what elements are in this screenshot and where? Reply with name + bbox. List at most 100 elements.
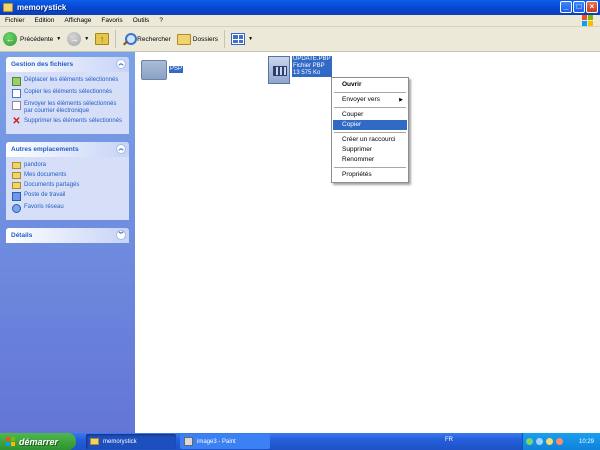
task-delete[interactable]: ✕ Supprimer les éléments sélectionnés <box>12 116 125 127</box>
menu-bar: Fichier Edition Affichage Favoris Outils… <box>0 15 600 27</box>
taskbar-item-paint[interactable]: image3 - Paint <box>180 434 270 449</box>
place-shared-documents-label: Documents partagés <box>24 182 80 188</box>
network-icon <box>12 204 21 213</box>
taskbar: démarrer memorystick image3 - Paint FR 1… <box>0 433 600 450</box>
forward-arrow-icon: → <box>67 32 82 46</box>
toolbar-separator <box>115 30 117 48</box>
maximize-button[interactable]: □ <box>573 1 585 13</box>
file-size: 13 575 Ko <box>293 70 321 76</box>
menu-separator <box>334 132 406 133</box>
move-icon <box>12 77 21 86</box>
place-network[interactable]: Favoris réseau <box>12 204 125 213</box>
task-email-label: Envoyer les éléments sélectionnés par co… <box>24 101 117 114</box>
submenu-arrow-icon: ▶ <box>399 97 403 103</box>
details-title: Détails <box>11 232 33 239</box>
back-arrow-icon: ← <box>3 32 17 46</box>
place-my-computer[interactable]: Poste de travail <box>12 192 125 201</box>
task-delete-label: Supprimer les éléments sélectionnés <box>24 118 123 124</box>
toolbar: ← Précédente ▼ → ▼ ↑ Rechercher Dossiers… <box>0 27 600 52</box>
ctx-delete[interactable]: Supprimer <box>333 145 407 155</box>
paint-icon <box>184 437 193 446</box>
copy-icon <box>12 89 21 98</box>
task-move-label: Déplacer les éléments sélectionnés <box>24 77 119 83</box>
language-indicator[interactable]: FR <box>445 437 453 443</box>
ctx-cut[interactable]: Couper <box>333 110 407 120</box>
file-tasks-header[interactable]: Gestion des fichiers ︽ <box>6 57 129 72</box>
ctx-copy[interactable]: Copier <box>333 120 407 130</box>
ctx-rename[interactable]: Renommer <box>333 155 407 165</box>
folders-icon <box>176 33 191 45</box>
place-my-documents-label: Mes documents <box>24 172 67 178</box>
menu-affichage[interactable]: Affichage <box>59 17 96 24</box>
place-pandora[interactable]: pandora <box>12 162 125 169</box>
start-label: démarrer <box>19 436 59 447</box>
place-my-documents[interactable]: Mes documents <box>12 172 125 179</box>
folder-icon <box>12 162 21 169</box>
shared-folder-icon <box>12 182 21 189</box>
folder-icon <box>3 3 13 12</box>
menu-fichier[interactable]: Fichier <box>0 17 30 24</box>
menu-favoris[interactable]: Favoris <box>96 17 127 24</box>
ctx-create-shortcut[interactable]: Créer un raccourci <box>333 135 407 145</box>
folder-psp-label: PSP <box>169 66 184 73</box>
menu-separator <box>334 92 406 93</box>
close-button[interactable]: × <box>586 1 598 13</box>
folders-button[interactable]: Dossiers <box>174 29 221 49</box>
taskbar-item-label: memorystick <box>103 438 137 445</box>
system-tray: FR 10:29 <box>445 433 600 450</box>
ctx-send-to-label: Envoyer vers <box>342 96 380 103</box>
up-folder-button[interactable]: ↑ <box>92 29 112 49</box>
collapse-icon[interactable]: ︽ <box>116 144 126 154</box>
ctx-send-to[interactable]: Envoyer vers ▶ <box>333 95 407 105</box>
folder-icon <box>90 438 99 445</box>
windows-logo-icon <box>582 15 594 27</box>
start-button[interactable]: démarrer <box>0 433 76 450</box>
chevron-down-icon[interactable]: ▼ <box>56 36 61 42</box>
up-folder-icon: ↑ <box>95 33 110 45</box>
collapse-icon[interactable]: ︽ <box>116 59 126 69</box>
search-button[interactable]: Rechercher <box>119 29 174 49</box>
volume-tray-icon[interactable] <box>546 438 553 445</box>
folder-psp[interactable]: PSP <box>141 60 184 80</box>
back-button[interactable]: ← Précédente ▼ <box>0 29 64 49</box>
file-tasks-panel: Gestion des fichiers ︽ Déplacer les élém… <box>6 57 129 134</box>
title-bar: memorystick _ □ × <box>0 0 600 15</box>
menu-edition[interactable]: Edition <box>30 17 60 24</box>
search-icon <box>122 32 138 46</box>
menu-outils[interactable]: Outils <box>128 17 155 24</box>
chevron-down-icon[interactable]: ▼ <box>84 36 89 42</box>
ctx-properties[interactable]: Propriétés <box>333 170 407 180</box>
task-copy-label: Copier les éléments sélectionnés <box>24 89 113 95</box>
other-places-header[interactable]: Autres emplacements ︽ <box>6 142 129 157</box>
minimize-button[interactable]: _ <box>560 1 572 13</box>
task-move[interactable]: Déplacer les éléments sélectionnés <box>12 77 125 86</box>
expand-icon[interactable]: ︾ <box>116 230 126 240</box>
details-header[interactable]: Détails ︾ <box>6 228 129 243</box>
views-icon <box>231 33 246 45</box>
delete-icon: ✕ <box>12 116 21 127</box>
back-button-label: Précédente <box>20 35 54 43</box>
place-my-computer-label: Poste de travail <box>24 192 66 198</box>
place-network-label: Favoris réseau <box>24 204 64 210</box>
usb-tray-icon[interactable] <box>536 438 543 445</box>
taskbar-item-label: image3 - Paint <box>197 438 236 445</box>
file-tasks-title: Gestion des fichiers <box>11 61 74 68</box>
views-button[interactable]: ▼ <box>228 29 256 49</box>
menu-separator <box>334 167 406 168</box>
details-panel: Détails ︾ <box>6 228 129 243</box>
security-tray-icon[interactable] <box>556 438 563 445</box>
task-email[interactable]: Envoyer les éléments sélectionnés par co… <box>12 101 125 115</box>
folder-icon <box>141 60 167 80</box>
network-tray-icon[interactable] <box>526 438 533 445</box>
place-pandora-label: pandora <box>24 162 47 168</box>
task-copy[interactable]: Copier les éléments sélectionnés <box>12 89 125 98</box>
forward-button[interactable]: → ▼ <box>64 29 92 49</box>
file-update-pbp[interactable]: UPDATE.PBP Fichier PBP 13 575 Ko <box>268 56 332 84</box>
taskbar-item-memorystick[interactable]: memorystick <box>86 434 176 449</box>
task-pane: Gestion des fichiers ︽ Déplacer les élém… <box>0 52 135 433</box>
menu-separator <box>334 107 406 108</box>
menu-help[interactable]: ? <box>154 17 168 24</box>
chevron-down-icon[interactable]: ▼ <box>248 36 253 42</box>
place-shared-documents[interactable]: Documents partagés <box>12 182 125 189</box>
ctx-open[interactable]: Ouvrir <box>333 80 407 90</box>
